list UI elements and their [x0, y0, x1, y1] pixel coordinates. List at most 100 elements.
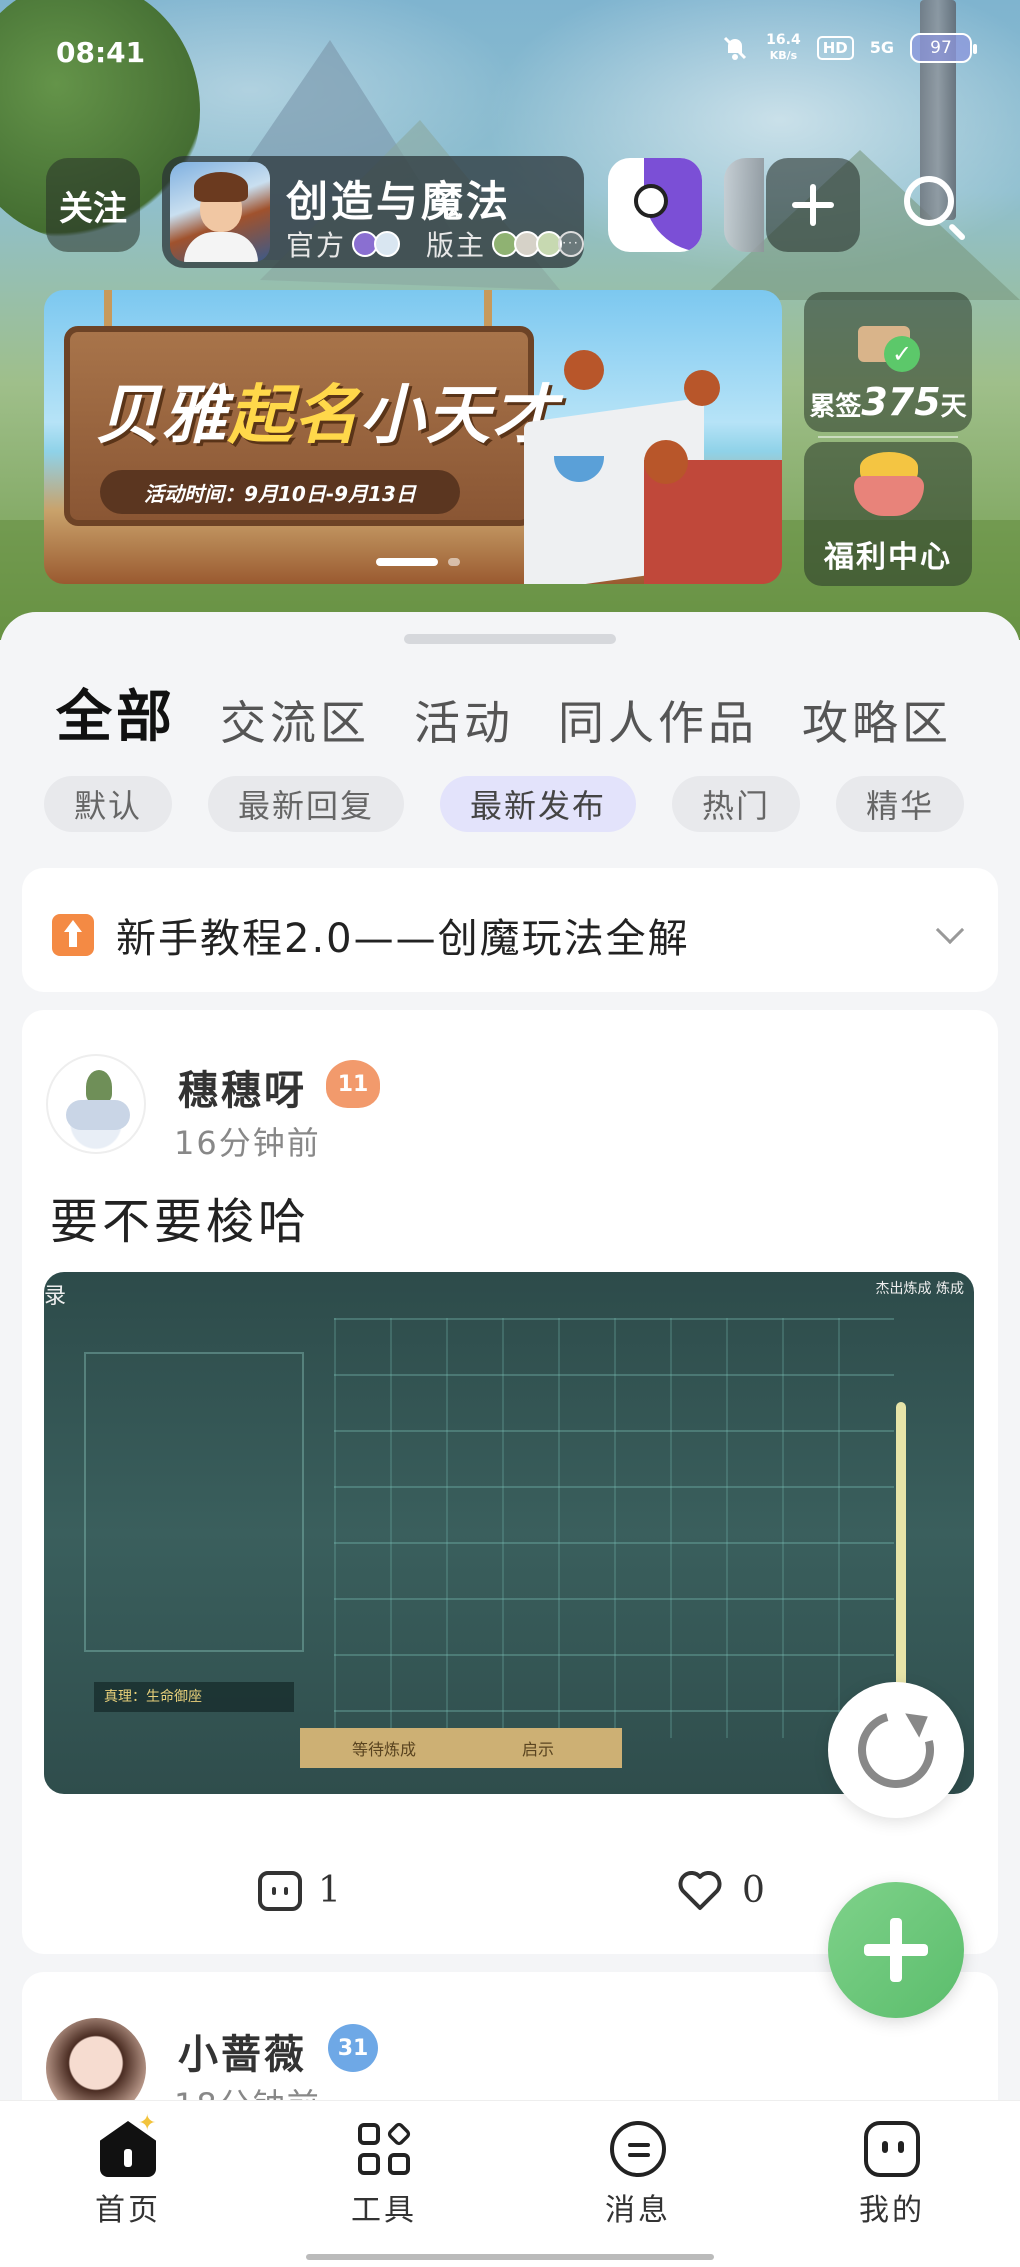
nav-tools-label: 工具	[351, 2193, 417, 2228]
treasure-pot-icon	[850, 452, 928, 518]
net-speed: 16.4 KB/s	[766, 32, 801, 64]
image-glyph-grid	[334, 1318, 894, 1738]
post-author[interactable]: 小蔷薇	[178, 2022, 307, 2080]
level-badge: 31	[328, 2024, 378, 2072]
profile-icon	[864, 2121, 920, 2177]
more-dots-icon: ···	[558, 231, 585, 257]
post-card[interactable]: 穗穗呀 11 16分钟前 要不要梭哈 录 杰出炼成 炼成 真理：生命御座 等待炼…	[22, 1010, 998, 1954]
status-bar: 08:41 16.4 KB/s HD 5G 97	[0, 0, 1020, 100]
image-truth-label: 真理：生命御座	[94, 1682, 294, 1712]
message-icon	[610, 2121, 666, 2177]
comment-count: 1	[318, 1870, 341, 1911]
avatar[interactable]	[46, 1054, 146, 1154]
post-author[interactable]: 穗穗呀	[178, 1058, 307, 1116]
moderator-label: 版主	[426, 229, 487, 262]
banner-title: 贝雅起名小天才	[96, 364, 558, 456]
pinned-title: 新手教程2.0——创魔玩法全解	[116, 916, 690, 962]
category-tabs: 全部 交流区 活动 同人作品 攻略区	[56, 672, 952, 753]
banner-pagination	[376, 558, 460, 566]
sheet-drag-handle[interactable]	[404, 634, 616, 644]
official-avatar	[374, 231, 401, 257]
sign-suffix: 天	[940, 392, 967, 422]
post-text: 要不要梭哈	[50, 1194, 311, 1250]
game-thumbnail	[170, 162, 270, 262]
content-sheet: 全部 交流区 活动 同人作品 攻略区 默认 最新回复 最新发布 热门 精华 新手…	[0, 612, 1020, 2172]
home-indicator[interactable]	[306, 2254, 714, 2260]
signal-icon: 5G	[869, 38, 894, 57]
chip-hot[interactable]: 热门	[672, 776, 801, 832]
nav-messages-label: 消息	[605, 2193, 671, 2228]
banner-title-highlight: 起名	[228, 379, 360, 453]
add-game-button[interactable]	[766, 158, 860, 252]
home-icon: ✦	[100, 2111, 156, 2177]
game-shortcut-2[interactable]	[608, 158, 702, 252]
refresh-button[interactable]	[828, 1682, 964, 1818]
nav-home-label: 首页	[95, 2193, 161, 2228]
image-hint-button: 启示	[454, 1728, 622, 1768]
page-dot-active	[376, 558, 438, 566]
bottom-nav: ✦ 首页 工具 消息 我的	[0, 2100, 1020, 2267]
sign-days-number: 375	[861, 380, 941, 424]
nav-tools[interactable]: 工具	[314, 2120, 454, 2229]
sign-prefix: 累签	[809, 392, 862, 422]
nav-me-label: 我的	[859, 2193, 925, 2228]
banner-character	[644, 440, 688, 484]
page-dot	[448, 558, 460, 566]
battery-icon: 97	[910, 33, 977, 63]
tools-grid-icon	[356, 2120, 413, 2177]
tab-fan-works[interactable]: 同人作品	[558, 687, 758, 753]
chip-default[interactable]: 默认	[44, 776, 173, 832]
image-wait-button: 等待炼成	[300, 1728, 468, 1768]
welfare-center-card[interactable]: 福利中心	[804, 442, 972, 586]
game-staff-row: 官方 版主 ···	[286, 224, 585, 264]
banner-character	[564, 350, 604, 390]
tab-events[interactable]: 活动	[414, 687, 514, 753]
new-post-button[interactable]	[828, 1882, 964, 2018]
chevron-down-icon[interactable]	[935, 915, 965, 945]
net-speed-value: 16.4	[766, 32, 801, 48]
welfare-label: 福利中心	[824, 540, 952, 575]
game-shortcut-3[interactable]	[724, 158, 764, 252]
chip-featured[interactable]: 精华	[836, 776, 965, 832]
sign-in-days: 累签375天	[804, 380, 972, 424]
sign-in-card[interactable]: ✓ 累签375天	[804, 292, 972, 438]
tab-discussion[interactable]: 交流区	[220, 687, 370, 753]
net-speed-unit: KB/s	[769, 49, 798, 62]
banner-character	[684, 370, 720, 406]
nav-me[interactable]: 我的	[822, 2121, 962, 2229]
game-switcher-card[interactable]: 创造与魔法 官方 版主 ···	[162, 156, 585, 268]
like-button[interactable]: 0	[676, 1866, 765, 1914]
sign-in-gift-icon: ✓	[854, 308, 924, 372]
post-image[interactable]: 录 杰出炼成 炼成 真理：生命御座 等待炼成 启示	[44, 1272, 974, 1794]
pinned-post[interactable]: 新手教程2.0——创魔玩法全解	[22, 868, 998, 992]
tab-guides[interactable]: 攻略区	[802, 687, 952, 753]
comment-button[interactable]: 1	[258, 1870, 341, 1911]
comment-icon	[258, 1870, 302, 1911]
event-banner[interactable]: 贝雅起名小天才 活动时间：9月10日-9月13日	[44, 290, 782, 584]
heart-icon	[678, 1871, 722, 1910]
status-time: 08:41	[56, 36, 146, 69]
search-icon[interactable]	[900, 172, 970, 242]
banner-date: 活动时间：9月10日-9月13日	[100, 470, 460, 514]
official-label: 官方	[286, 229, 347, 262]
nav-messages[interactable]: 消息	[568, 2121, 708, 2229]
battery-level: 97	[930, 38, 952, 58]
image-top-right-text: 杰出炼成 炼成	[875, 1281, 964, 1297]
refresh-icon	[844, 1698, 948, 1802]
game-title: 创造与魔法	[286, 177, 512, 226]
chip-latest-reply[interactable]: 最新回复	[208, 776, 405, 832]
chip-latest-post[interactable]: 最新发布	[440, 776, 637, 832]
like-count: 0	[742, 1869, 765, 1911]
pin-top-icon	[52, 914, 94, 956]
post-time: 16分钟前	[174, 1124, 321, 1162]
bell-off-icon	[724, 36, 747, 60]
banner-title-part1: 贝雅	[96, 379, 228, 453]
tab-all[interactable]: 全部	[56, 672, 176, 753]
image-top-left-text: 录	[44, 1284, 67, 1309]
nav-home[interactable]: ✦ 首页	[58, 2111, 198, 2229]
sort-chips: 默认 最新回复 最新发布 热门 精华	[44, 776, 965, 832]
follow-button[interactable]: 关注	[46, 158, 140, 252]
status-icons: 16.4 KB/s HD 5G 97	[720, 32, 977, 64]
hd-badge: HD	[816, 36, 854, 60]
level-badge: 11	[326, 1060, 380, 1108]
